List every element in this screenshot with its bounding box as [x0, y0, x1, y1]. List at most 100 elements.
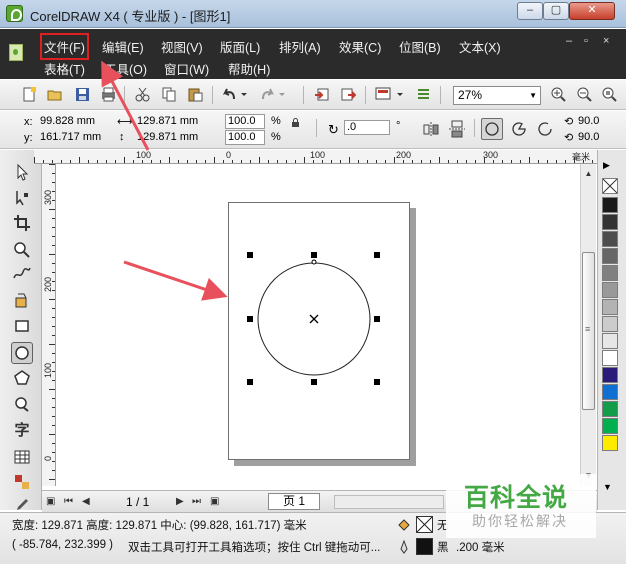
menu-view[interactable]: 视图(V) — [161, 37, 203, 56]
menu-arrange[interactable]: 排列(A) — [279, 37, 321, 56]
redo-icon[interactable] — [260, 87, 288, 102]
start-angle-field[interactable]: 90.0 — [578, 115, 599, 127]
open-icon[interactable] — [47, 87, 62, 102]
undo-icon[interactable] — [222, 87, 250, 102]
zoom-out-icon[interactable] — [577, 87, 592, 102]
horizontal-scrollbar[interactable] — [334, 495, 444, 509]
scale-x-field[interactable]: 100.0 — [225, 114, 265, 129]
color-swatch[interactable] — [602, 214, 618, 230]
color-swatch[interactable] — [602, 299, 618, 315]
polygon-tool-icon[interactable] — [11, 368, 33, 390]
color-swatch[interactable] — [602, 418, 618, 434]
zoom-level-select[interactable]: 27% ▼ — [453, 86, 541, 105]
application-launcher-icon[interactable] — [375, 87, 405, 102]
zoom-in-icon[interactable] — [551, 87, 566, 102]
doc-close-button[interactable]: × — [603, 35, 609, 47]
menu-edit[interactable]: 编辑(E) — [102, 37, 144, 56]
menu-text[interactable]: 文本(X) — [459, 37, 501, 56]
add-page-after-icon[interactable]: ▣ — [210, 496, 219, 507]
end-angle-field[interactable]: 90.0 — [578, 131, 599, 143]
print-icon[interactable] — [101, 87, 116, 102]
color-swatch[interactable] — [602, 384, 618, 400]
color-swatch[interactable] — [602, 248, 618, 264]
outline-color-swatch[interactable] — [416, 538, 433, 555]
copy-icon[interactable] — [162, 87, 177, 102]
interactive-blend-tool-icon[interactable] — [11, 472, 33, 494]
rectangle-tool-icon[interactable] — [11, 316, 33, 338]
save-icon[interactable] — [75, 87, 90, 102]
menu-window[interactable]: 窗口(W) — [164, 59, 209, 78]
basic-shapes-tool-icon[interactable] — [11, 394, 33, 416]
menu-table[interactable]: 表格(T) — [44, 59, 85, 78]
color-swatch[interactable] — [602, 435, 618, 451]
pie-mode-button[interactable] — [508, 118, 530, 140]
no-color-swatch[interactable] — [602, 178, 618, 194]
vertical-scrollbar[interactable]: ▲ ≡ ▼ — [580, 164, 596, 486]
crop-tool-icon[interactable] — [11, 213, 33, 235]
scale-y-field[interactable]: 100.0 — [225, 130, 265, 145]
palette-scroll-up-icon[interactable]: ▶ — [603, 160, 610, 171]
menu-tools[interactable]: 工具(O) — [104, 59, 147, 78]
document-icon[interactable] — [9, 44, 23, 61]
shape-tool-icon[interactable] — [11, 188, 33, 210]
color-swatch[interactable] — [602, 265, 618, 281]
menu-layout[interactable]: 版面(L) — [220, 37, 260, 56]
first-page-icon[interactable]: ⏮ — [64, 496, 73, 507]
last-page-icon[interactable]: ⏭ — [192, 496, 201, 507]
ruler-tick — [565, 160, 566, 163]
fill-color-none[interactable] — [416, 516, 433, 533]
color-swatch[interactable] — [602, 231, 618, 247]
welcome-screen-icon[interactable] — [416, 87, 431, 102]
width-field[interactable]: 129.871 mm — [134, 114, 208, 129]
menu-file[interactable]: 文件(F) — [40, 33, 89, 60]
add-page-icon[interactable]: ▣ — [46, 496, 55, 507]
doc-restore-button[interactable]: ▫ — [584, 35, 588, 47]
ellipse-mode-button[interactable] — [481, 118, 503, 140]
ellipse-node[interactable] — [311, 259, 317, 265]
ruler-tick — [49, 344, 55, 345]
new-icon[interactable] — [22, 87, 37, 102]
color-swatch[interactable] — [602, 350, 618, 366]
color-swatch[interactable] — [602, 282, 618, 298]
menu-bitmaps[interactable]: 位图(B) — [399, 37, 441, 56]
freehand-tool-icon[interactable] — [11, 264, 33, 286]
color-swatch[interactable] — [602, 333, 618, 349]
lock-ratio-icon[interactable] — [291, 118, 300, 127]
menu-help[interactable]: 帮助(H) — [228, 59, 270, 78]
x-position-field[interactable]: 99.828 mm — [37, 114, 109, 129]
minimize-button[interactable]: – — [517, 2, 543, 20]
close-button[interactable]: ✕ — [569, 2, 615, 20]
menu-effects[interactable]: 效果(C) — [339, 37, 381, 56]
text-tool-icon[interactable]: 字 — [11, 420, 33, 442]
palette-scroll-down-icon[interactable]: ▼ — [603, 482, 612, 492]
maximize-button[interactable]: ▢ — [543, 2, 569, 20]
ruler-tick — [574, 157, 575, 163]
mirror-horizontal-icon[interactable] — [420, 118, 442, 140]
doc-minimize-button[interactable]: – — [566, 35, 572, 47]
drawing-canvas[interactable] — [56, 164, 580, 486]
mirror-vertical-icon[interactable] — [446, 118, 468, 140]
y-position-field[interactable]: 161.717 mm — [37, 130, 109, 145]
paste-icon[interactable] — [188, 87, 203, 102]
import-icon[interactable] — [314, 87, 329, 102]
export-icon[interactable] — [341, 87, 357, 102]
color-swatch[interactable] — [602, 401, 618, 417]
page-tab[interactable]: 页 1 — [268, 493, 320, 510]
arc-mode-button[interactable] — [534, 118, 556, 140]
color-swatch[interactable] — [602, 197, 618, 213]
zoom-tool-icon[interactable] — [11, 240, 33, 262]
color-swatch[interactable] — [602, 316, 618, 332]
next-page-icon[interactable]: ▶ — [176, 496, 184, 507]
ruler-tick — [52, 160, 53, 163]
cut-icon[interactable] — [135, 87, 150, 102]
prev-page-icon[interactable]: ◀ — [82, 496, 90, 507]
table-tool-icon[interactable] — [11, 447, 33, 469]
ellipse-tool-icon[interactable] — [11, 342, 33, 364]
scroll-up-icon[interactable]: ▲ — [581, 166, 596, 181]
height-field[interactable]: 129.871 mm — [134, 130, 208, 145]
smart-fill-tool-icon[interactable] — [11, 290, 33, 312]
color-swatch[interactable] — [602, 367, 618, 383]
pick-tool-icon[interactable] — [11, 162, 33, 184]
zoom-page-icon[interactable] — [602, 87, 617, 102]
rotation-angle-field[interactable]: .0 — [344, 120, 390, 135]
